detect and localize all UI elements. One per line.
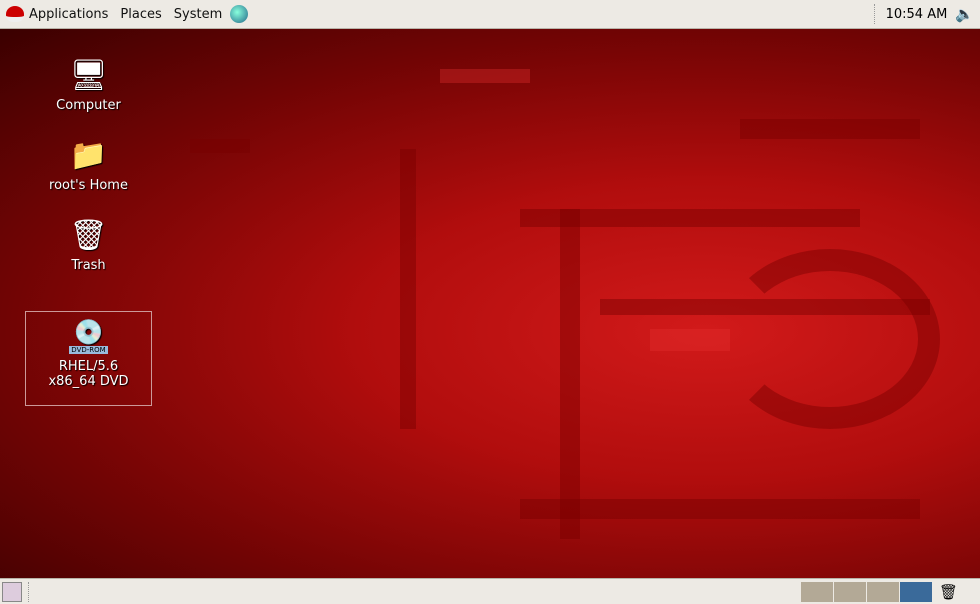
top-panel: Applications Places System 10:54 AM 🔈	[0, 0, 980, 29]
show-desktop-icon[interactable]	[2, 581, 22, 602]
icon-label: RHEL/5.6 x86_64 DVD	[48, 359, 129, 389]
desktop-icon-computer[interactable]: 🖥 Computer	[25, 55, 152, 114]
workspace-3[interactable]	[866, 581, 899, 602]
places-menu[interactable]: Places	[114, 0, 167, 29]
icon-label: Trash	[71, 258, 106, 273]
desktop-icon-home[interactable]: 📁 root's Home	[25, 135, 152, 194]
desktop[interactable]: 🖥 Computer 📁 root's Home 🗑 Trash 💿 DVD-RO…	[0, 29, 980, 578]
clock[interactable]: 10:54 AM	[886, 7, 948, 22]
system-menu[interactable]: System	[168, 0, 228, 29]
network-globe-icon[interactable]	[230, 5, 249, 23]
trash-icon: 🗑	[69, 217, 108, 253]
volume-icon[interactable]: 🔈	[955, 5, 974, 23]
workspace-switcher[interactable]	[800, 581, 933, 602]
workspace-2[interactable]	[833, 581, 866, 602]
places-label: Places	[120, 6, 162, 22]
panel-handle[interactable]	[28, 581, 30, 602]
system-label: System	[173, 6, 223, 22]
trash-applet-icon[interactable]: 🗑	[939, 583, 958, 601]
applications-label: Applications	[29, 6, 109, 22]
bottom-panel: 🗑	[0, 578, 980, 604]
workspace-4[interactable]	[899, 581, 932, 602]
panel-handle[interactable]	[873, 4, 876, 24]
redhat-logo-icon	[6, 6, 24, 22]
dvd-icon: 💿 DVD-ROM	[69, 318, 108, 354]
computer-icon: 🖥	[69, 57, 108, 93]
home-folder-icon: 📁	[69, 137, 108, 173]
applications-menu[interactable]: Applications	[0, 0, 114, 29]
desktop-icon-trash[interactable]: 🗑 Trash	[25, 215, 152, 274]
icon-label: root's Home	[49, 178, 128, 193]
workspace-1[interactable]	[800, 581, 833, 602]
icon-label: Computer	[56, 98, 121, 113]
dvd-badge: DVD-ROM	[69, 346, 108, 354]
desktop-icon-dvd[interactable]: 💿 DVD-ROM RHEL/5.6 x86_64 DVD	[25, 311, 152, 406]
